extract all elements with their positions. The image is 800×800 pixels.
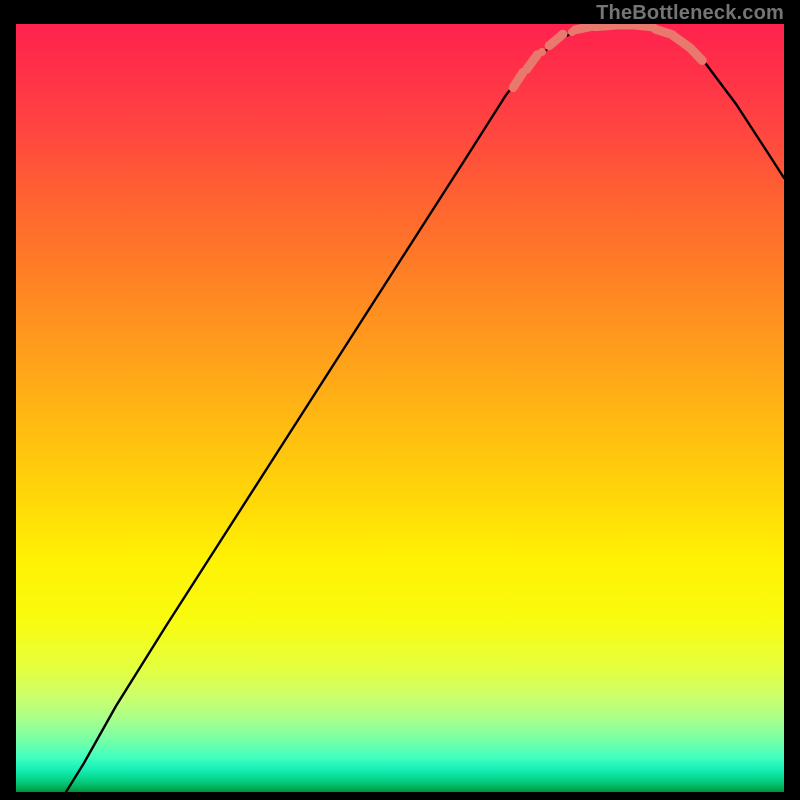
heatmap-gradient-background: [16, 24, 784, 792]
chart-frame: [16, 24, 784, 792]
attribution-text: TheBottleneck.com: [596, 2, 784, 25]
